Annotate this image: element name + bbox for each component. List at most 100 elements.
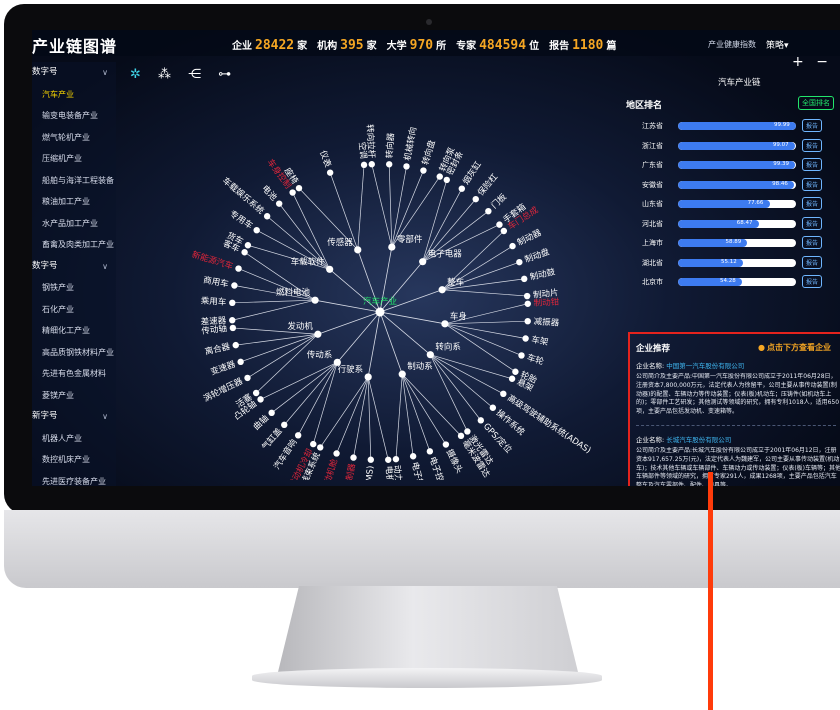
graph-leaf-node[interactable] <box>275 200 283 207</box>
graph-leaf-node[interactable] <box>368 161 375 168</box>
graph-leaf-node[interactable] <box>229 317 236 324</box>
graph-edge[interactable] <box>388 164 393 248</box>
graph-leaf-node[interactable] <box>281 421 288 429</box>
graph-leaf-node[interactable] <box>524 300 531 307</box>
graph-edge[interactable] <box>401 374 414 457</box>
graph-leaf-node[interactable] <box>442 441 450 448</box>
sidebar-group[interactable]: 数字号 ∨ <box>32 256 116 278</box>
graph-branch-node[interactable] <box>426 351 434 359</box>
graph-leaf-node[interactable] <box>472 195 479 203</box>
sidebar-group[interactable]: 新字号 ∨ <box>32 406 116 428</box>
report-button[interactable]: 报告 <box>802 255 823 269</box>
sidebar-item[interactable]: 高品质钢铁材料产业 <box>32 342 116 364</box>
graph-leaf-node[interactable] <box>500 390 507 398</box>
graph-edge[interactable] <box>430 354 468 432</box>
graph-edge[interactable] <box>430 354 513 380</box>
sidebar-item[interactable]: 先进有色金属材料 <box>32 363 116 385</box>
graph-center-node[interactable] <box>375 307 385 317</box>
graph-branch-node[interactable] <box>388 243 396 251</box>
report-button[interactable]: 报告 <box>802 177 823 191</box>
graph-leaf-node[interactable] <box>477 417 485 424</box>
graph-leaf-node[interactable] <box>522 335 529 342</box>
report-button[interactable]: 报告 <box>802 119 823 132</box>
graph-leaf-node[interactable] <box>367 456 375 463</box>
graph-edge[interactable] <box>371 164 393 248</box>
sidebar-item[interactable]: 石化产业 <box>32 299 116 321</box>
graph-leaf-node[interactable] <box>489 404 497 411</box>
graph-edge[interactable] <box>367 376 372 460</box>
sidebar-item[interactable]: 压缩机产业 <box>32 148 116 170</box>
graph-leaf-node[interactable] <box>509 242 516 250</box>
graph-leaf-node[interactable] <box>516 258 523 266</box>
graph-leaf-node[interactable] <box>521 275 528 283</box>
graph-leaf-node[interactable] <box>244 374 251 382</box>
graph-edge[interactable] <box>430 354 504 395</box>
graph-leaf-node[interactable] <box>385 456 392 463</box>
sidebar-item[interactable]: 先进医疗装备产业 <box>32 471 116 487</box>
graph-leaf-node[interactable] <box>317 444 324 451</box>
graph-leaf-node[interactable] <box>420 167 427 174</box>
graph-edge[interactable] <box>232 299 316 321</box>
graph-branch-node[interactable] <box>419 258 427 266</box>
graph-edge[interactable] <box>379 311 446 325</box>
sidebar-item[interactable]: 钢铁产业 <box>32 277 116 299</box>
graph-edge[interactable] <box>271 362 338 414</box>
company-name[interactable]: 中国第一汽车股份有限公司 <box>666 362 744 370</box>
graph-leaf-node[interactable] <box>241 249 248 256</box>
tree-radial-icon[interactable]: ✲ <box>130 67 141 82</box>
graph-leaf-node[interactable] <box>229 324 237 332</box>
sidebar-item[interactable]: 粮油加工产业 <box>32 191 116 213</box>
graph-leaf-node[interactable] <box>257 396 264 403</box>
graph-edge[interactable] <box>395 374 403 460</box>
graph-leaf-node[interactable] <box>350 454 357 461</box>
graph-edge[interactable] <box>442 289 528 297</box>
graph-leaf-node[interactable] <box>252 389 260 397</box>
graph-branch-node[interactable] <box>438 286 446 294</box>
graph-edge[interactable] <box>367 311 381 378</box>
graph-leaf-node[interactable] <box>392 455 400 463</box>
graph-edge[interactable] <box>312 362 338 445</box>
graph-leaf-node[interactable] <box>464 428 471 435</box>
graph-leaf-node[interactable] <box>508 375 516 382</box>
graph-branch-node[interactable] <box>314 330 322 338</box>
graph-leaf-node[interactable] <box>436 173 443 180</box>
graph-edge[interactable] <box>430 354 494 409</box>
report-button[interactable]: 报告 <box>802 275 823 288</box>
sidebar-item[interactable]: 菱镁产业 <box>32 385 116 407</box>
graph-leaf-node[interactable] <box>524 317 531 325</box>
health-index-link[interactable]: 产业健康指数 <box>708 39 756 50</box>
graph-branch-node[interactable] <box>333 358 341 366</box>
graph-leaf-node[interactable] <box>244 242 252 249</box>
hierarchy-icon[interactable]: ⊶ <box>218 67 231 82</box>
graph-leaf-node[interactable] <box>232 341 239 349</box>
report-button[interactable]: 报告 <box>802 158 823 171</box>
graph-edge[interactable] <box>336 376 369 454</box>
graph-leaf-node[interactable] <box>443 176 450 184</box>
sidebar-item[interactable]: 输变电装备产业 <box>32 105 116 127</box>
branch-icon[interactable]: ⋲ <box>188 67 201 82</box>
report-button[interactable]: 报告 <box>802 216 823 230</box>
graph-leaf-node[interactable] <box>518 352 525 359</box>
sidebar-item[interactable]: 汽车产业 <box>32 84 116 106</box>
graph-branch-node[interactable] <box>398 370 406 378</box>
graph-branch-node[interactable] <box>311 296 319 304</box>
report-button[interactable]: 报告 <box>802 138 823 152</box>
graph-leaf-node[interactable] <box>426 448 434 455</box>
graph-edge[interactable] <box>430 354 482 421</box>
graph-leaf-node[interactable] <box>523 292 531 300</box>
company-card[interactable]: 企业名称: 中国第一汽车股份有限公司 公司简介及主要产品:中国第一汽车股份有限公… <box>636 360 840 417</box>
graph-leaf-node[interactable] <box>237 358 244 366</box>
graph-edge[interactable] <box>319 376 369 448</box>
graph-branch-node[interactable] <box>326 265 334 273</box>
company-name[interactable]: 长城汽车股份有限公司 <box>666 436 731 444</box>
graph-edge[interactable] <box>367 376 389 460</box>
graph-edge[interactable] <box>401 374 431 452</box>
sidebar-item[interactable]: 水产品加工产业 <box>32 213 116 235</box>
graph-edge[interactable] <box>232 299 316 304</box>
graph-leaf-node[interactable] <box>457 432 465 440</box>
graph-edge[interactable] <box>444 323 526 339</box>
graph-leaf-node[interactable] <box>268 409 275 417</box>
sidebar-item[interactable]: 机器人产业 <box>32 428 116 450</box>
sidebar-group[interactable]: 数字号 ∨ <box>32 62 116 84</box>
graph-leaf-node[interactable] <box>385 161 393 168</box>
